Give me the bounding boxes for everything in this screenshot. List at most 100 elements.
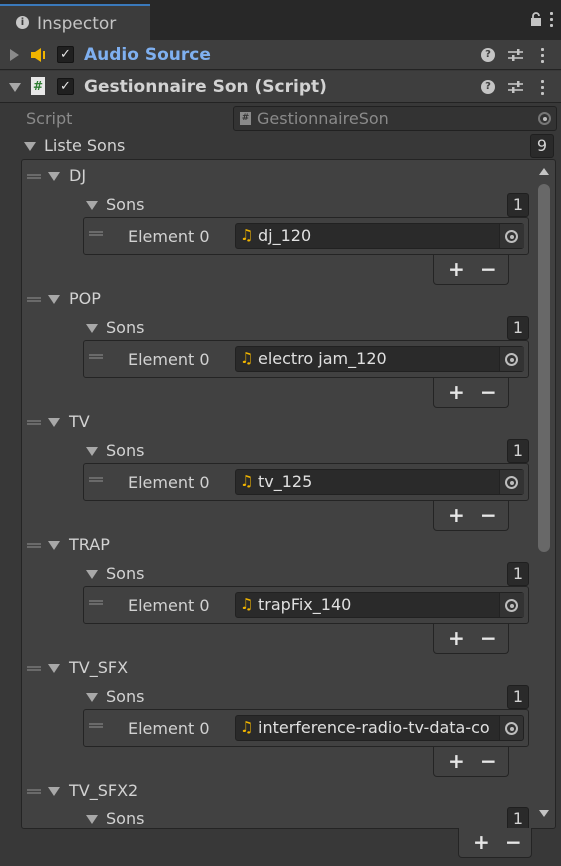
audio-clip-field[interactable]: ♫ tv_125 [235,469,524,495]
drag-handle-icon[interactable] [27,174,41,179]
audio-source-header[interactable]: ✓ Audio Source ? [0,40,561,70]
drag-handle-icon[interactable] [27,420,41,425]
script-help-icon[interactable]: ? [481,80,495,94]
audio-source-title: Audio Source [84,45,211,65]
remove-element-button[interactable]: − [480,624,497,652]
remove-element-button[interactable]: − [480,747,497,775]
drag-handle-icon[interactable] [27,543,41,548]
group-name: DJ [69,166,87,185]
audio-source-enabled-checkbox[interactable]: ✓ [57,46,74,63]
remove-element-button[interactable]: − [480,501,497,529]
audio-clip-field[interactable]: ♫ dj_120 [235,223,524,249]
audio-clip-field[interactable]: ♫ interference-radio-tv-data-co [235,715,524,741]
element-label: Element 0 [128,473,210,492]
sons-list: Element 0 ♫ interference-radio-tv-data-c… [83,709,529,747]
sons-count[interactable]: 1 [507,316,529,340]
sons-label: Sons [106,441,145,460]
sons-foldout-icon[interactable] [86,201,98,210]
remove-element-button[interactable]: − [480,378,497,406]
remove-group-button[interactable]: − [505,828,522,856]
sons-add-remove: + − [433,501,509,531]
sons-count[interactable]: 1 [507,439,529,463]
remove-element-button[interactable]: − [480,255,497,283]
group-name: TV [69,412,90,431]
sons-foldout-icon[interactable] [86,570,98,579]
drag-handle-icon[interactable] [27,666,41,671]
script-field-label: Script [26,109,73,128]
drag-handle-icon[interactable] [27,789,41,794]
music-note-icon: ♫ [240,472,254,490]
add-group-button[interactable]: + [473,828,490,856]
object-picker-icon [505,722,518,735]
drag-handle-icon[interactable] [89,354,103,359]
add-element-button[interactable]: + [448,255,465,283]
element-label: Element 0 [128,596,210,615]
add-element-button[interactable]: + [448,747,465,775]
object-picker-button[interactable] [499,470,524,494]
object-picker-icon [505,599,518,612]
audio-source-presets-icon[interactable] [508,48,523,62]
audio-clip-name: tv_125 [258,472,313,491]
sons-add-remove: + − [433,624,509,654]
script-component-title: Gestionnaire Son (Script) [84,77,327,97]
audio-clip-name: trapFix_140 [258,595,352,614]
sons-count[interactable]: 1 [507,685,529,709]
group-foldout-icon[interactable] [48,418,60,427]
drag-handle-icon[interactable] [89,231,103,236]
info-icon: i [16,16,29,29]
sons-foldout-icon[interactable] [86,693,98,702]
liste-sons-foldout-icon[interactable] [24,142,36,151]
add-element-button[interactable]: + [448,501,465,529]
sons-add-remove: + − [433,255,509,285]
drag-handle-icon[interactable] [89,477,103,482]
sons-foldout-icon[interactable] [86,815,98,824]
sons-list: Element 0 ♫ tv_125 [83,463,529,501]
audio-source-help-icon[interactable]: ? [481,48,495,62]
sons-count[interactable]: 1 [507,562,529,586]
tab-inspector-label: Inspector [37,14,117,34]
audio-source-foldout-icon[interactable] [10,49,19,61]
lock-icon[interactable] [529,12,543,26]
sons-count[interactable]: 1 [507,807,529,828]
script-hash-icon: # [31,77,45,95]
window-menu-icon[interactable] [550,12,554,30]
drag-handle-icon[interactable] [27,297,41,302]
scroll-thumb[interactable] [538,184,550,552]
object-picker-button[interactable] [499,593,524,617]
tab-inspector[interactable]: i Inspector [0,4,150,40]
group-foldout-icon[interactable] [48,172,60,181]
liste-sons-label: Liste Sons [44,136,126,155]
script-component-header[interactable]: # ✓ Gestionnaire Son (Script) ? [0,71,561,103]
audio-clip-field[interactable]: ♫ trapFix_140 [235,592,524,618]
sons-foldout-icon[interactable] [86,447,98,456]
group-foldout-icon[interactable] [48,541,60,550]
object-picker-button[interactable] [499,224,524,248]
add-element-button[interactable]: + [448,624,465,652]
add-element-button[interactable]: + [448,378,465,406]
group-foldout-icon[interactable] [48,664,60,673]
script-foldout-icon[interactable] [9,83,21,92]
object-picker-button[interactable] [499,716,523,740]
script-presets-icon[interactable] [508,80,523,94]
sons-foldout-icon[interactable] [86,324,98,333]
sons-label: Sons [106,809,145,828]
sons-count[interactable]: 1 [507,193,529,217]
script-enabled-checkbox[interactable]: ✓ [57,78,74,95]
liste-sons-list: DJ Sons 1 Element 0 ♫ dj_120 + − POP Son… [21,159,556,829]
drag-handle-icon[interactable] [89,723,103,728]
liste-sons-count[interactable]: 9 [530,134,554,158]
object-picker-button[interactable] [499,347,524,371]
script-menu-icon[interactable] [541,80,545,98]
sons-add-remove: + − [433,378,509,408]
group-foldout-icon[interactable] [48,295,60,304]
scroll-down-icon[interactable] [539,810,549,817]
scroll-up-icon[interactable] [539,168,549,175]
drag-handle-icon[interactable] [89,600,103,605]
music-note-icon: ♫ [240,595,254,613]
group-name: TV_SFX2 [69,781,139,800]
audio-clip-name: dj_120 [258,226,312,245]
audio-clip-field[interactable]: ♫ electro jam_120 [235,346,524,372]
group-foldout-icon[interactable] [48,787,60,796]
liste-sons-add-remove: + − [458,828,532,858]
audio-source-menu-icon[interactable] [541,48,545,66]
